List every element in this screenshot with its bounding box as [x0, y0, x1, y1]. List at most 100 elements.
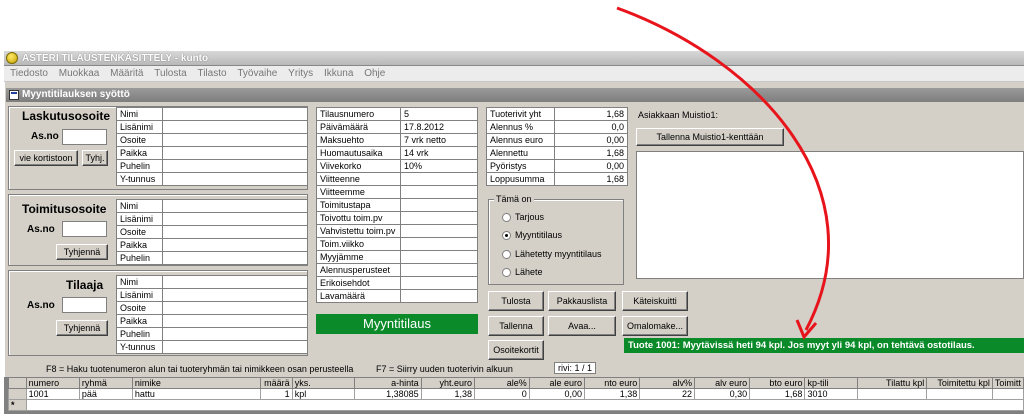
order-confirmed-date-value[interactable]	[400, 224, 478, 238]
order-pallet-count-value[interactable]	[400, 289, 478, 303]
order-payment-terms-value[interactable]: 7 vrk netto	[400, 133, 478, 147]
cell-kp-tili[interactable]: 3010	[804, 388, 859, 400]
delivery-phone-input[interactable]	[162, 251, 308, 265]
col-ale-pct[interactable]: ale%	[474, 377, 530, 389]
row-indicator[interactable]	[8, 388, 27, 400]
menu-ohje[interactable]: Ohje	[364, 68, 385, 79]
col-toimitettu-kpl[interactable]: Toimitettu kpl	[926, 377, 993, 389]
cell-nimike[interactable]: hattu	[131, 388, 261, 400]
menu-yritys[interactable]: Yritys	[288, 68, 313, 79]
save-button[interactable]: Tallenna	[488, 316, 544, 336]
order-date-value[interactable]: 17.8.2012	[400, 120, 478, 134]
cell-alv-pct[interactable]: 22	[639, 388, 695, 400]
col-yks[interactable]: yks.	[291, 377, 355, 389]
totals-discount-pct-value[interactable]: 0,0	[554, 120, 628, 134]
order-our-ref-value[interactable]	[400, 185, 478, 199]
save-memo-button[interactable]: Tallenna Muistio1-kenttään	[636, 128, 784, 146]
orderer-business-id-input[interactable]	[162, 340, 308, 354]
orderer-city-input[interactable]	[162, 314, 308, 328]
totals-discount-eur-value[interactable]: 0,00	[554, 133, 628, 147]
col-nimike[interactable]: nimike	[131, 377, 261, 389]
billing-name-input[interactable]	[162, 107, 308, 121]
col-bto-euro[interactable]: bto euro	[749, 377, 806, 389]
menu-maarita[interactable]: Määritä	[110, 68, 143, 79]
menu-tilasto[interactable]: Tilasto	[197, 68, 226, 79]
menu-tulosta[interactable]: Tulosta	[154, 68, 186, 79]
billing-clear-button[interactable]: Tyhj.	[82, 150, 108, 166]
order-delivery-week-value[interactable]	[400, 237, 478, 251]
new-table-row[interactable]: *	[8, 399, 1024, 411]
cell-a-hinta[interactable]: 1,38085	[353, 388, 422, 400]
col-kp-tili[interactable]: kp-tili	[804, 377, 859, 389]
cell-alv-euro[interactable]: 0,30	[693, 388, 751, 400]
delivery-address-input[interactable]	[162, 225, 308, 239]
order-salesperson-value[interactable]	[400, 250, 478, 264]
col-nto-euro[interactable]: nto euro	[583, 377, 641, 389]
delivery-clear-button[interactable]: Tyhjennä	[56, 244, 108, 260]
col-tilattu-kpl[interactable]: Tilattu kpl	[857, 377, 928, 389]
radio-delivery-note-circle[interactable]	[502, 268, 511, 278]
order-number-value[interactable]: 5	[400, 107, 478, 121]
col-maara[interactable]: määrä	[259, 377, 293, 389]
col-toimitt[interactable]: Toimitt	[991, 377, 1024, 389]
cell-yht-euro[interactable]: 1,38	[420, 388, 476, 400]
col-yht-euro[interactable]: yht.euro	[420, 377, 476, 389]
export-to-card-button[interactable]: vie kortistoon	[14, 150, 78, 166]
billing-asno-input[interactable]	[62, 129, 107, 145]
menu-tiedosto[interactable]: Tiedosto	[10, 68, 48, 79]
col-alv-pct[interactable]: alv%	[639, 377, 695, 389]
orderer-clear-button[interactable]: Tyhjennä	[56, 320, 108, 336]
menu-muokkaa[interactable]: Muokkaa	[59, 68, 100, 79]
delivery-extra-name-input[interactable]	[162, 212, 308, 226]
cell-numero[interactable]: 1001	[25, 388, 80, 400]
cell-yks[interactable]: kpl	[291, 388, 355, 400]
cell-maara[interactable]: 1	[259, 388, 293, 400]
cell-ryhma[interactable]: pää	[78, 388, 133, 400]
orderer-asno-input[interactable]	[62, 297, 107, 313]
order-your-ref-value[interactable]	[400, 172, 478, 186]
col-a-hinta[interactable]: a-hinta	[353, 377, 422, 389]
col-ale-euro[interactable]: ale euro	[528, 377, 585, 389]
packing-list-button[interactable]: Pakkauslista	[548, 291, 616, 311]
billing-city-input[interactable]	[162, 146, 308, 160]
cell-tilattu-kpl[interactable]	[857, 388, 928, 400]
billing-address-input[interactable]	[162, 133, 308, 147]
order-special-terms-value[interactable]	[400, 276, 478, 290]
memo-textarea[interactable]	[636, 151, 1024, 279]
print-button[interactable]: Tulosta	[488, 291, 544, 311]
delivery-city-input[interactable]	[162, 238, 308, 252]
menu-ikkuna[interactable]: Ikkuna	[324, 68, 353, 79]
cash-receipt-button[interactable]: Käteiskuitti	[622, 291, 688, 311]
totals-rounding-value[interactable]: 0,00	[554, 159, 628, 173]
orderer-extra-name-input[interactable]	[162, 288, 308, 302]
table-row[interactable]: 1001 pää hattu 1 kpl 1,38085 1,38 0 0,00…	[8, 388, 1024, 400]
radio-sales-order-circle[interactable]	[502, 231, 511, 241]
radio-sales-order[interactable]: Myyntitilaus	[502, 230, 562, 241]
radio-delivery-note[interactable]: Lähete	[502, 267, 543, 278]
order-notice-period-value[interactable]: 14 vrk	[400, 146, 478, 160]
billing-phone-input[interactable]	[162, 159, 308, 173]
col-ryhma[interactable]: ryhmä	[78, 377, 133, 389]
open-button[interactable]: Avaa...	[548, 316, 616, 336]
new-row-marker[interactable]: *	[8, 399, 27, 411]
orderer-phone-input[interactable]	[162, 327, 308, 341]
delivery-asno-input[interactable]	[62, 221, 107, 237]
orderer-address-input[interactable]	[162, 301, 308, 315]
cell-toimitt[interactable]	[991, 388, 1024, 400]
orderer-name-input[interactable]	[162, 275, 308, 289]
cell-ale-euro[interactable]: 0,00	[528, 388, 585, 400]
radio-offer-circle[interactable]	[502, 213, 511, 223]
col-numero[interactable]: numero	[25, 377, 80, 389]
order-discount-basis-value[interactable]	[400, 263, 478, 277]
order-delivery-method-value[interactable]	[400, 198, 478, 212]
radio-offer[interactable]: Tarjous	[502, 212, 544, 223]
billing-extra-name-input[interactable]	[162, 120, 308, 134]
custom-form-button[interactable]: Omalomake...	[622, 316, 688, 336]
new-row-cells[interactable]	[25, 399, 1024, 411]
radio-sent-order[interactable]: Lähetetty myyntitilaus	[502, 249, 602, 260]
address-cards-button[interactable]: Osoitekortit	[488, 340, 544, 360]
billing-business-id-input[interactable]	[162, 172, 308, 186]
radio-sent-order-circle[interactable]	[502, 250, 511, 260]
menu-tyovaihe[interactable]: Työvaihe	[237, 68, 277, 79]
cell-ale-pct[interactable]: 0	[474, 388, 530, 400]
